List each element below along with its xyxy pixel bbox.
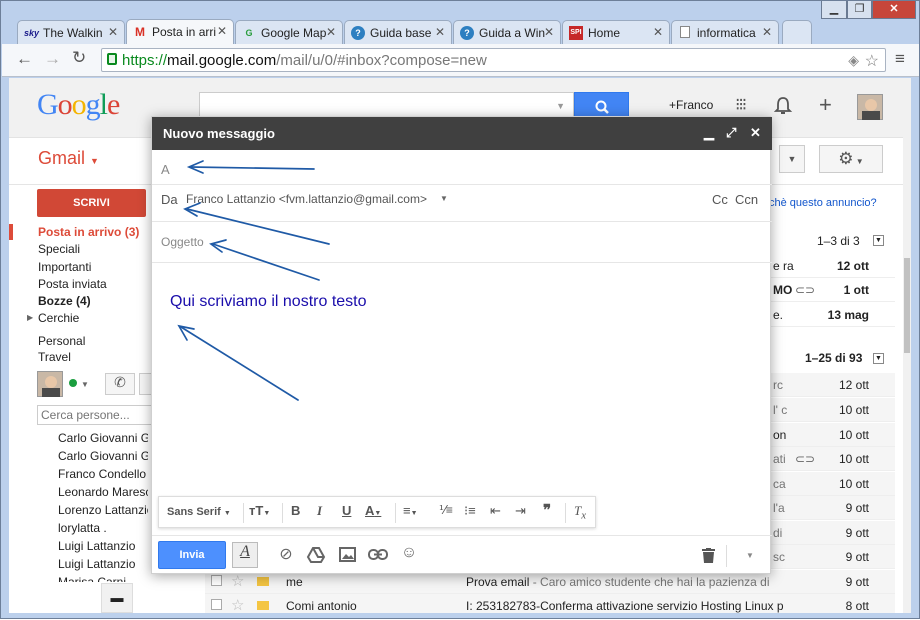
arrow-to-field <box>190 166 315 170</box>
annotation-arrows <box>177 160 330 401</box>
arrow-from-field <box>186 208 330 245</box>
arrow-subject-field <box>212 243 320 281</box>
arrow-body <box>180 326 299 401</box>
browser-window: ▁ ❐ ✕ sky The Walkin ✕ M Posta in arri ✕… <box>0 0 920 619</box>
